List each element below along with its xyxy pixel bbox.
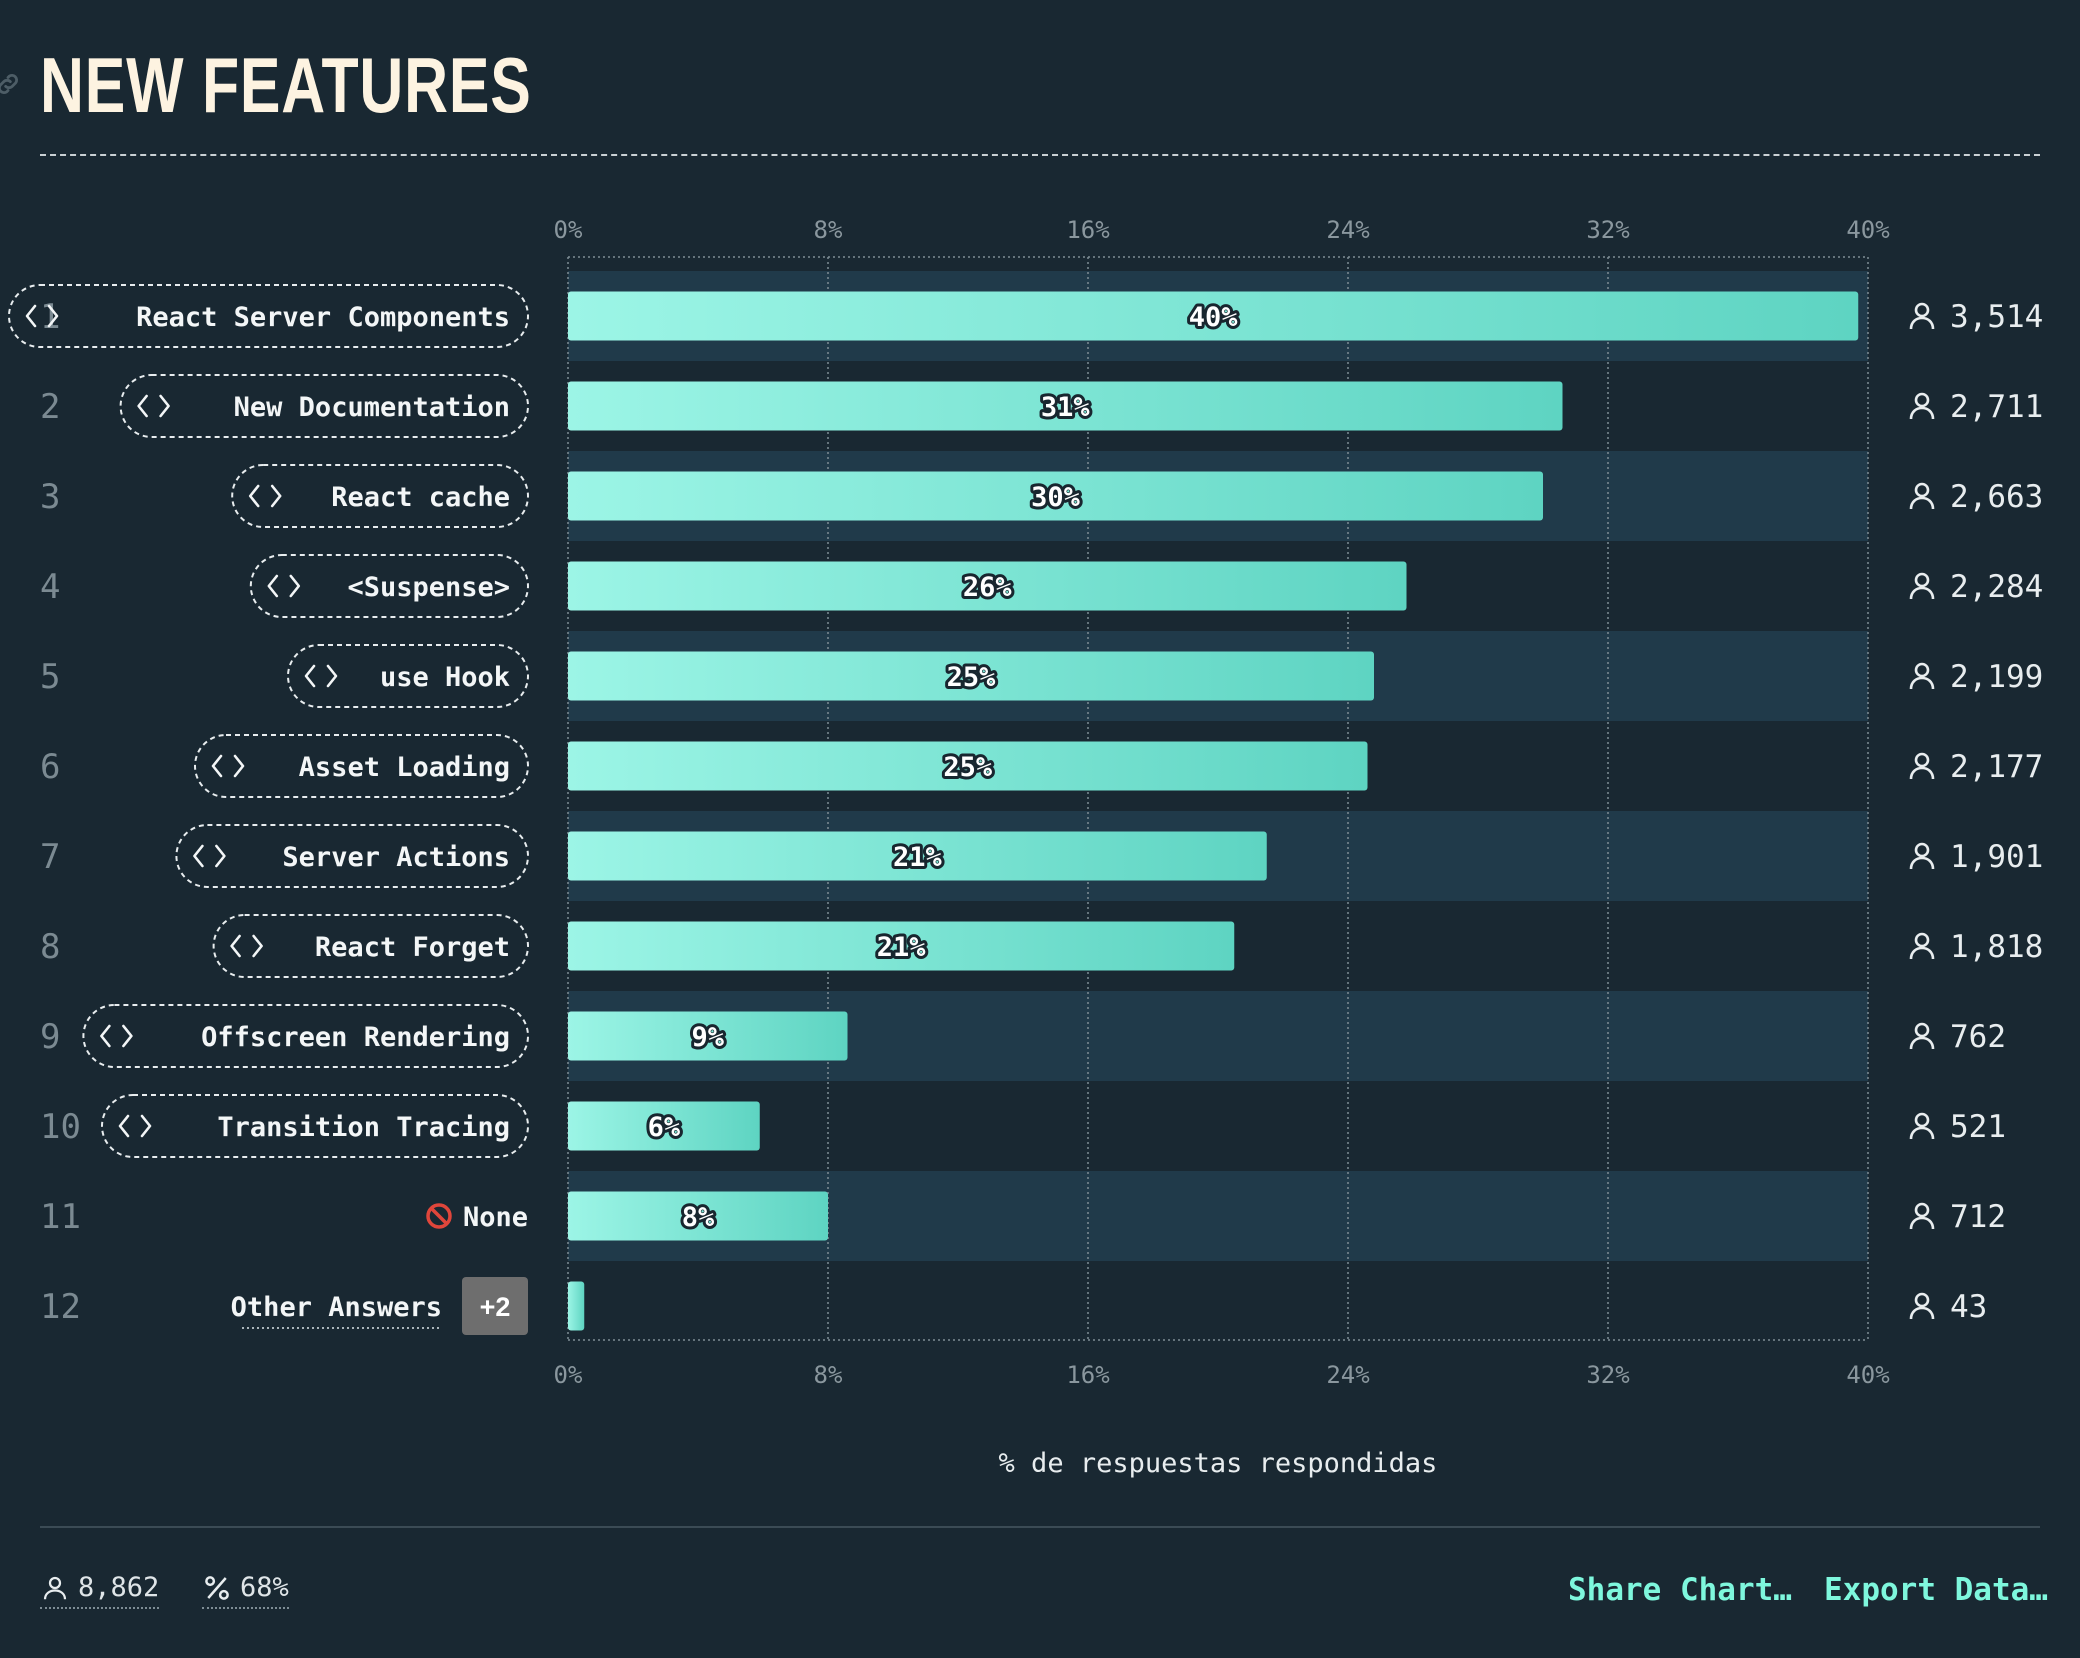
user-icon [1909,1022,1935,1050]
rank-label: 11 [40,1197,81,1237]
user-icon [1909,392,1935,420]
footer-divider [40,1526,2040,1528]
bar-value-label: 25% [947,662,997,693]
category-label: React cache [331,482,510,513]
rank-label: 8 [40,927,60,967]
x-axis-title: % de respuestas respondidas [998,1448,1438,1479]
respondent-count: 1,901 [1950,839,2043,875]
x-tick-label-bottom: 8% [814,1361,843,1389]
rank-label: 7 [40,837,60,877]
respondent-count: 2,284 [1950,569,2043,605]
code-icon [100,1024,133,1048]
rank-label: 2 [40,387,60,427]
category-label: New Documentation [234,392,510,423]
respondent-count: 2,199 [1950,659,2043,695]
other-answers-label[interactable]: Other Answers [231,1292,442,1323]
rank-label: 9 [40,1017,60,1057]
respondent-count: 43 [1950,1289,1987,1325]
x-tick-label-top: 24% [1326,216,1370,244]
export-data-link[interactable]: Export Data… [1824,1572,2048,1608]
user-icon [1909,1292,1935,1320]
x-tick-label-bottom: 16% [1066,1361,1110,1389]
x-tick-label-top: 40% [1846,216,1890,244]
respondent-count: 1,818 [1950,929,2043,965]
bar [568,1281,585,1331]
category-label: <Suspense> [347,572,510,603]
user-icon [1909,932,1935,960]
user-icon [1909,1202,1935,1230]
x-tick-label-top: 0% [554,216,583,244]
completion-stat[interactable]: 68% [202,1572,289,1609]
user-icon [1909,842,1935,870]
x-tick-label-bottom: 0% [554,1361,583,1389]
x-tick-label-top: 8% [814,216,843,244]
user-icon [1909,752,1935,780]
x-tick-label-bottom: 24% [1326,1361,1370,1389]
bar-chart: 0%0%8%8%16%16%24%24%32%32%40%40%40%1 3,51… [8,216,2043,1389]
category-label: Asset Loading [299,752,510,783]
x-tick-label-bottom: 40% [1846,1361,1890,1389]
code-icon [267,574,301,598]
category-label: Offscreen Rendering [201,1022,510,1053]
respondent-count: 712 [1950,1199,2006,1235]
x-tick-label-top: 16% [1066,216,1110,244]
respondent-count: 2,711 [1950,389,2043,425]
rank-label: 3 [40,477,60,517]
bar-value-label: 25% [943,752,993,783]
rank-label: 10 [40,1107,81,1147]
bar-value-label: 21% [893,842,943,873]
rank-label: 6 [40,747,60,787]
code-icon [193,844,226,868]
respondent-count: 3,514 [1950,299,2043,335]
respondent-count: 2,663 [1950,479,2043,515]
bar-value-label: 26% [963,572,1013,603]
code-icon [118,1114,152,1138]
respondent-count: 2,177 [1950,749,2043,785]
respondents-count: 8,862 [78,1572,160,1603]
category-label: React Forget [315,932,510,963]
bar-value-label: 31% [1041,392,1091,423]
percent-icon [205,1575,229,1600]
user-icon [1909,1112,1935,1140]
category-label: None [463,1202,528,1233]
respondent-count: 521 [1950,1109,2006,1145]
user-icon [1909,302,1935,330]
rank-label: 4 [40,567,60,607]
user-icon [43,1576,67,1599]
bar-value-label: 6% [648,1112,681,1143]
code-icon [248,484,282,508]
share-chart-link[interactable]: Share Chart… [1568,1572,1792,1608]
respondents-stat[interactable]: 8,862 [40,1572,160,1609]
code-icon [304,664,338,688]
user-icon [1909,572,1935,600]
rank-label: 5 [40,657,60,697]
category-label: Transition Tracing [217,1112,510,1143]
bar-value-label: 21% [877,932,927,963]
category-label: use Hook [380,662,510,693]
code-icon [230,934,263,958]
code-icon [211,754,245,778]
category-label: Server Actions [282,842,510,873]
completion-value: 68% [240,1572,289,1603]
bar-value-label: 8% [682,1202,715,1233]
rank-label: 12 [40,1287,81,1327]
x-tick-label-top: 32% [1586,216,1630,244]
x-tick-label-bottom: 32% [1586,1361,1630,1389]
user-icon [1909,662,1935,690]
category-label: React Server Components [136,302,510,333]
bar-value-label: 30% [1031,482,1081,513]
code-icon [137,394,170,418]
respondent-count: 762 [1950,1019,2006,1055]
other-answers-badge-label: +2 [480,1292,511,1322]
bar-value-label: 40% [1189,302,1239,333]
no-entry-icon [426,1203,452,1229]
bar-value-label: 9% [691,1022,724,1053]
user-icon [1909,482,1935,510]
